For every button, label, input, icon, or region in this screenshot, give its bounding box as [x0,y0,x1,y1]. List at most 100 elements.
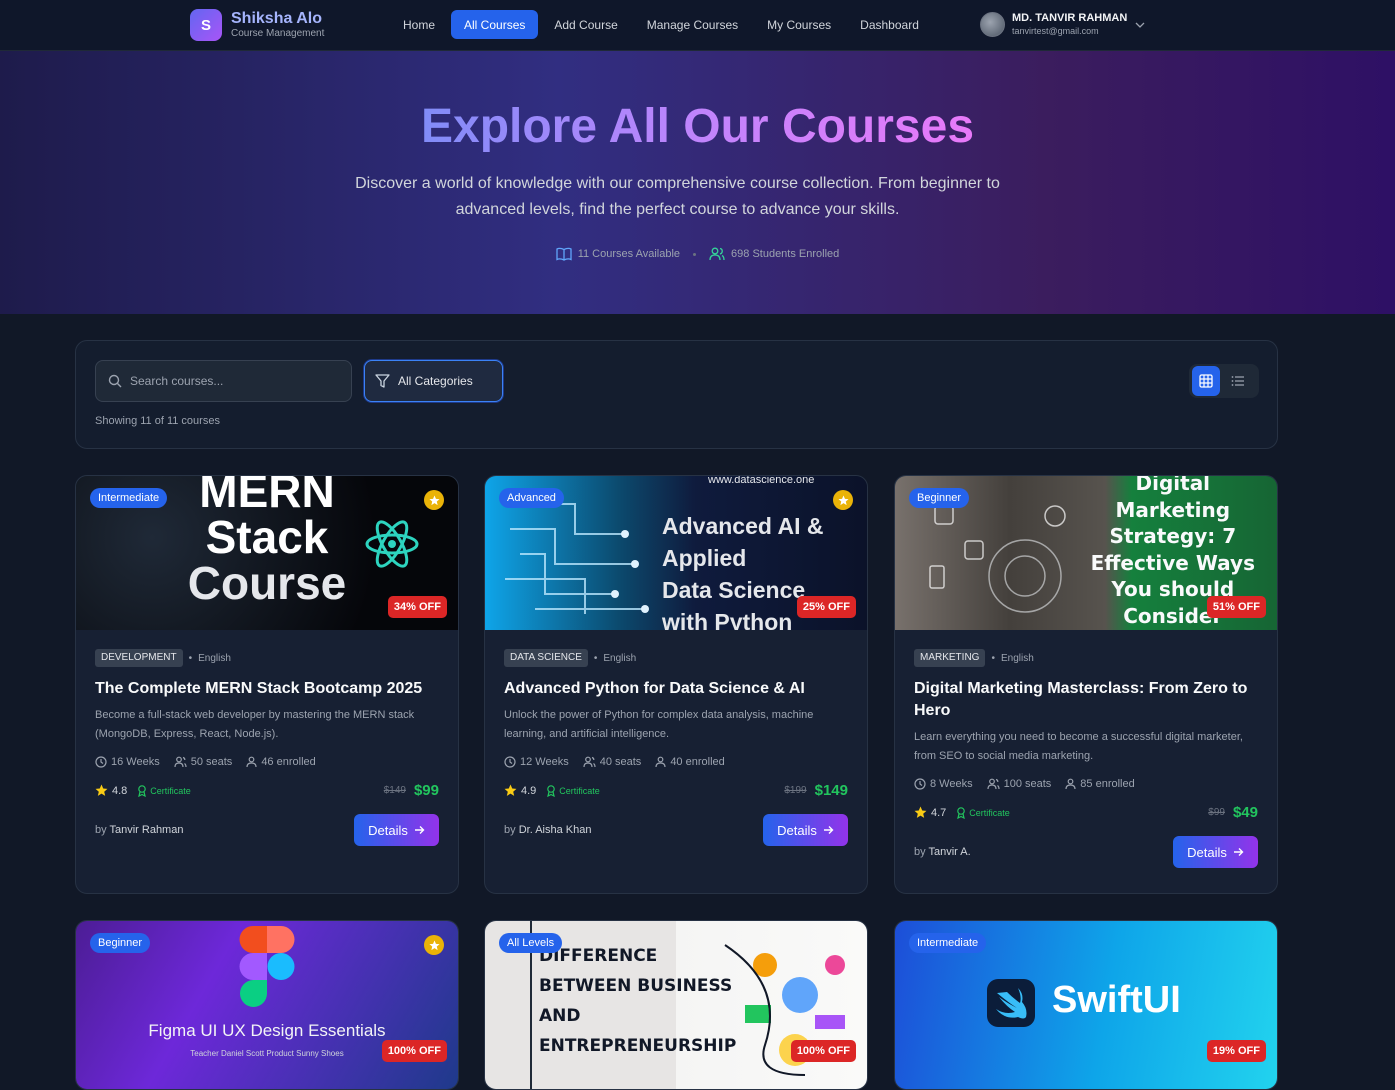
nav-add-course[interactable]: Add Course [541,10,630,39]
brand-logo: S [190,9,222,41]
rating: 4.7 [931,806,947,819]
thumb-text: Advanced AI & [662,513,824,539]
star-icon [504,784,517,796]
course-thumbnail: SwiftUI Intermediate 19% OFF [895,921,1277,1089]
nav-my-courses[interactable]: My Courses [754,10,844,39]
thumb-text: www.datascience.one [708,476,815,486]
discount-badge: 51% OFF [1206,596,1266,618]
price: $99 [413,782,439,799]
enrolled: 40 enrolled [670,756,725,768]
category-select[interactable]: All Categories [364,360,503,402]
search-box[interactable] [95,360,352,402]
user-menu[interactable]: MD. TANVIR RAHMAN tanvirtest@gmail.com [980,12,1145,37]
category-tag: DEVELOPMENT [95,649,183,667]
duration: 12 Weeks [520,756,569,768]
nav-all-courses[interactable]: All Courses [451,10,539,39]
course-thumbnail: MERN Stack Course Intermediate 34% OFF [76,476,458,630]
list-icon [1231,376,1244,386]
swift-logo [987,979,1035,1027]
course-description: Unlock the power of Python for complex d… [504,709,814,740]
course-card[interactable]: www.datascience.one Advanced AI & Applie… [484,475,868,894]
featured-star-icon [424,935,444,955]
chevron-down-icon [1135,22,1145,28]
level-badge: Beginner [909,488,970,508]
featured-star-icon [833,490,853,510]
featured-star-icon [424,490,444,510]
certificate: Certificate [559,785,600,796]
certificate: Certificate [150,785,191,796]
top-navbar: S Shiksha Alo Course Management Home All… [0,0,1395,51]
filter-icon [375,374,390,388]
old-price: $99 [1208,807,1225,818]
results-count: Showing 11 of 11 courses [95,415,220,427]
duration: 16 Weeks [111,756,160,768]
brand-subtitle: Course Management [231,28,325,39]
details-button[interactable]: Details [763,814,848,846]
details-button[interactable]: Details [1173,836,1258,868]
rating: 4.9 [521,784,537,797]
filter-panel: All Categories Showing 11 of 11 courses [75,340,1278,449]
course-card[interactable]: Figma UI UX Design Essentials Teacher Da… [75,920,459,1090]
nav-home[interactable]: Home [390,10,448,39]
users-icon [709,247,725,261]
grid-view-button[interactable] [1192,366,1220,396]
avatar [980,12,1005,37]
clock-icon [95,756,107,768]
course-title[interactable]: Digital Marketing Masterclass: From Zero… [914,678,1258,722]
thumb-text: Applied [662,545,747,571]
discount-badge: 100% OFF [790,1040,856,1062]
users-icon [174,756,187,768]
thumb-text: Marketing [1115,497,1231,522]
nav-manage-courses[interactable]: Manage Courses [634,10,751,39]
user-icon [1065,778,1076,790]
course-title[interactable]: Advanced Python for Data Science & AI [504,678,848,700]
brand-name: Shiksha Alo [231,10,322,27]
nav-dashboard[interactable]: Dashboard [847,10,932,39]
user-icon [246,756,257,768]
search-icon [108,374,122,388]
instructor: by Tanvir A. [914,846,971,858]
list-view-button[interactable] [1224,366,1252,396]
course-card[interactable]: Digital Marketing Strategy: 7 Effective … [894,475,1278,894]
user-icon [655,756,666,768]
language: English [198,652,231,664]
rating: 4.8 [112,784,128,797]
discount-badge: 25% OFF [796,596,856,618]
course-card[interactable]: DIFFERENCE BETWEEN BUSINESS AND ENTREPRE… [484,920,868,1090]
price: $149 [814,782,848,799]
old-price: $199 [784,785,807,796]
brand[interactable]: S Shiksha Alo Course Management [190,9,324,41]
users-icon [986,778,1000,790]
language: English [603,652,637,664]
award-icon [547,784,556,797]
star-icon [95,784,108,796]
instructor: by Dr. Aisha Khan [504,824,592,836]
students-enrolled: 698 Students Enrolled [731,248,840,260]
course-card[interactable]: SwiftUI Intermediate 19% OFF [894,920,1278,1090]
level-badge: All Levels [499,933,563,953]
language: English [1000,652,1034,664]
thumb-text: SwiftUI [1052,979,1181,1021]
course-title[interactable]: The Complete MERN Stack Bootcamp 2025 [95,678,439,700]
level-badge: Intermediate [90,488,168,508]
discount-badge: 19% OFF [1206,1040,1266,1062]
seats: 50 seats [190,756,233,768]
thumb-text: Digital [1135,476,1211,495]
instructor: by Tanvir Rahman [95,824,184,836]
hero-section: Explore All Our Courses Discover a world… [0,51,1395,314]
old-price: $149 [383,785,406,796]
course-description: Become a full-stack web developer by mas… [95,709,415,740]
arrow-right-icon [823,826,834,834]
details-button[interactable]: Details [354,814,439,846]
award-icon [138,784,147,797]
course-card[interactable]: MERN Stack Course Intermediate 34% OFF D… [75,475,459,894]
arrow-right-icon [1233,848,1244,856]
enrolled: 46 enrolled [261,756,316,768]
search-input[interactable] [130,374,330,388]
view-toggle [1189,364,1259,398]
arrow-right-icon [414,826,425,834]
course-thumbnail: Figma UI UX Design Essentials Teacher Da… [76,921,458,1089]
star-icon [914,806,927,818]
thumb-text: Effective Ways [1090,550,1255,575]
course-thumbnail: www.datascience.one Advanced AI & Applie… [485,476,867,630]
